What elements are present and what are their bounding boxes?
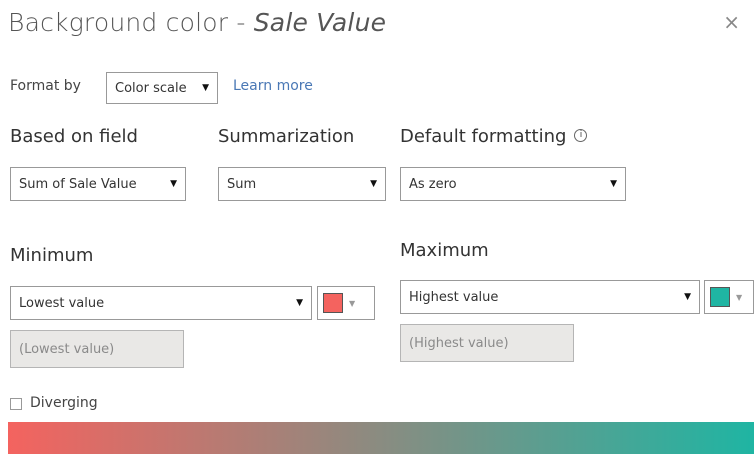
chevron-down-icon: ▼ (170, 179, 177, 189)
maximum-dropdown[interactable]: Highest value ▼ (400, 280, 700, 314)
minimum-value-input: (Lowest value) (10, 330, 184, 368)
maximum-value: Highest value (409, 289, 499, 305)
format-by-dropdown[interactable]: Color scale ▼ (106, 72, 218, 104)
chevron-down-icon: ▼ (296, 298, 303, 308)
learn-more-link[interactable]: Learn more (233, 78, 313, 94)
minimum-color-swatch (323, 293, 343, 313)
based-on-field-label: Based on field (10, 126, 138, 147)
summarization-value: Sum (227, 176, 257, 192)
chevron-down-icon: ▼ (370, 179, 377, 189)
chevron-down-icon: ▼ (684, 292, 691, 302)
maximum-label: Maximum (400, 240, 489, 261)
minimum-dropdown[interactable]: Lowest value ▼ (10, 286, 312, 320)
chevron-down-icon: ▼ (349, 298, 356, 308)
format-by-value: Color scale (115, 80, 187, 96)
default-formatting-value: As zero (409, 176, 457, 192)
diverging-label: Diverging (30, 395, 98, 411)
default-formatting-label: Default formatting i (400, 126, 588, 147)
chevron-down-icon: ▼ (610, 179, 617, 189)
color-scale-preview (8, 422, 754, 454)
dialog-title-prefix: Background color - (8, 8, 254, 37)
info-icon[interactable]: i (574, 128, 588, 142)
summarization-label: Summarization (218, 126, 355, 147)
minimum-label: Minimum (10, 245, 94, 266)
diverging-checkbox[interactable] (10, 398, 22, 410)
default-formatting-text: Default formatting (400, 126, 567, 147)
maximum-value-input: (Highest value) (400, 324, 574, 362)
close-icon[interactable]: × (723, 12, 740, 32)
maximum-color-swatch (710, 287, 730, 307)
summarization-dropdown[interactable]: Sum ▼ (218, 167, 386, 201)
based-on-field-value: Sum of Sale Value (19, 176, 137, 192)
maximum-color-picker[interactable]: ▼ (704, 280, 754, 314)
minimum-value: Lowest value (19, 295, 105, 311)
minimum-color-picker[interactable]: ▼ (317, 286, 375, 320)
format-by-label: Format by (10, 78, 81, 94)
chevron-down-icon: ▼ (202, 83, 209, 93)
default-formatting-dropdown[interactable]: As zero ▼ (400, 167, 626, 201)
chevron-down-icon: ▼ (736, 292, 743, 302)
based-on-field-dropdown[interactable]: Sum of Sale Value ▼ (10, 167, 186, 201)
dialog-title: Background color - Sale Value (8, 8, 386, 37)
dialog-title-field: Sale Value (253, 8, 387, 37)
